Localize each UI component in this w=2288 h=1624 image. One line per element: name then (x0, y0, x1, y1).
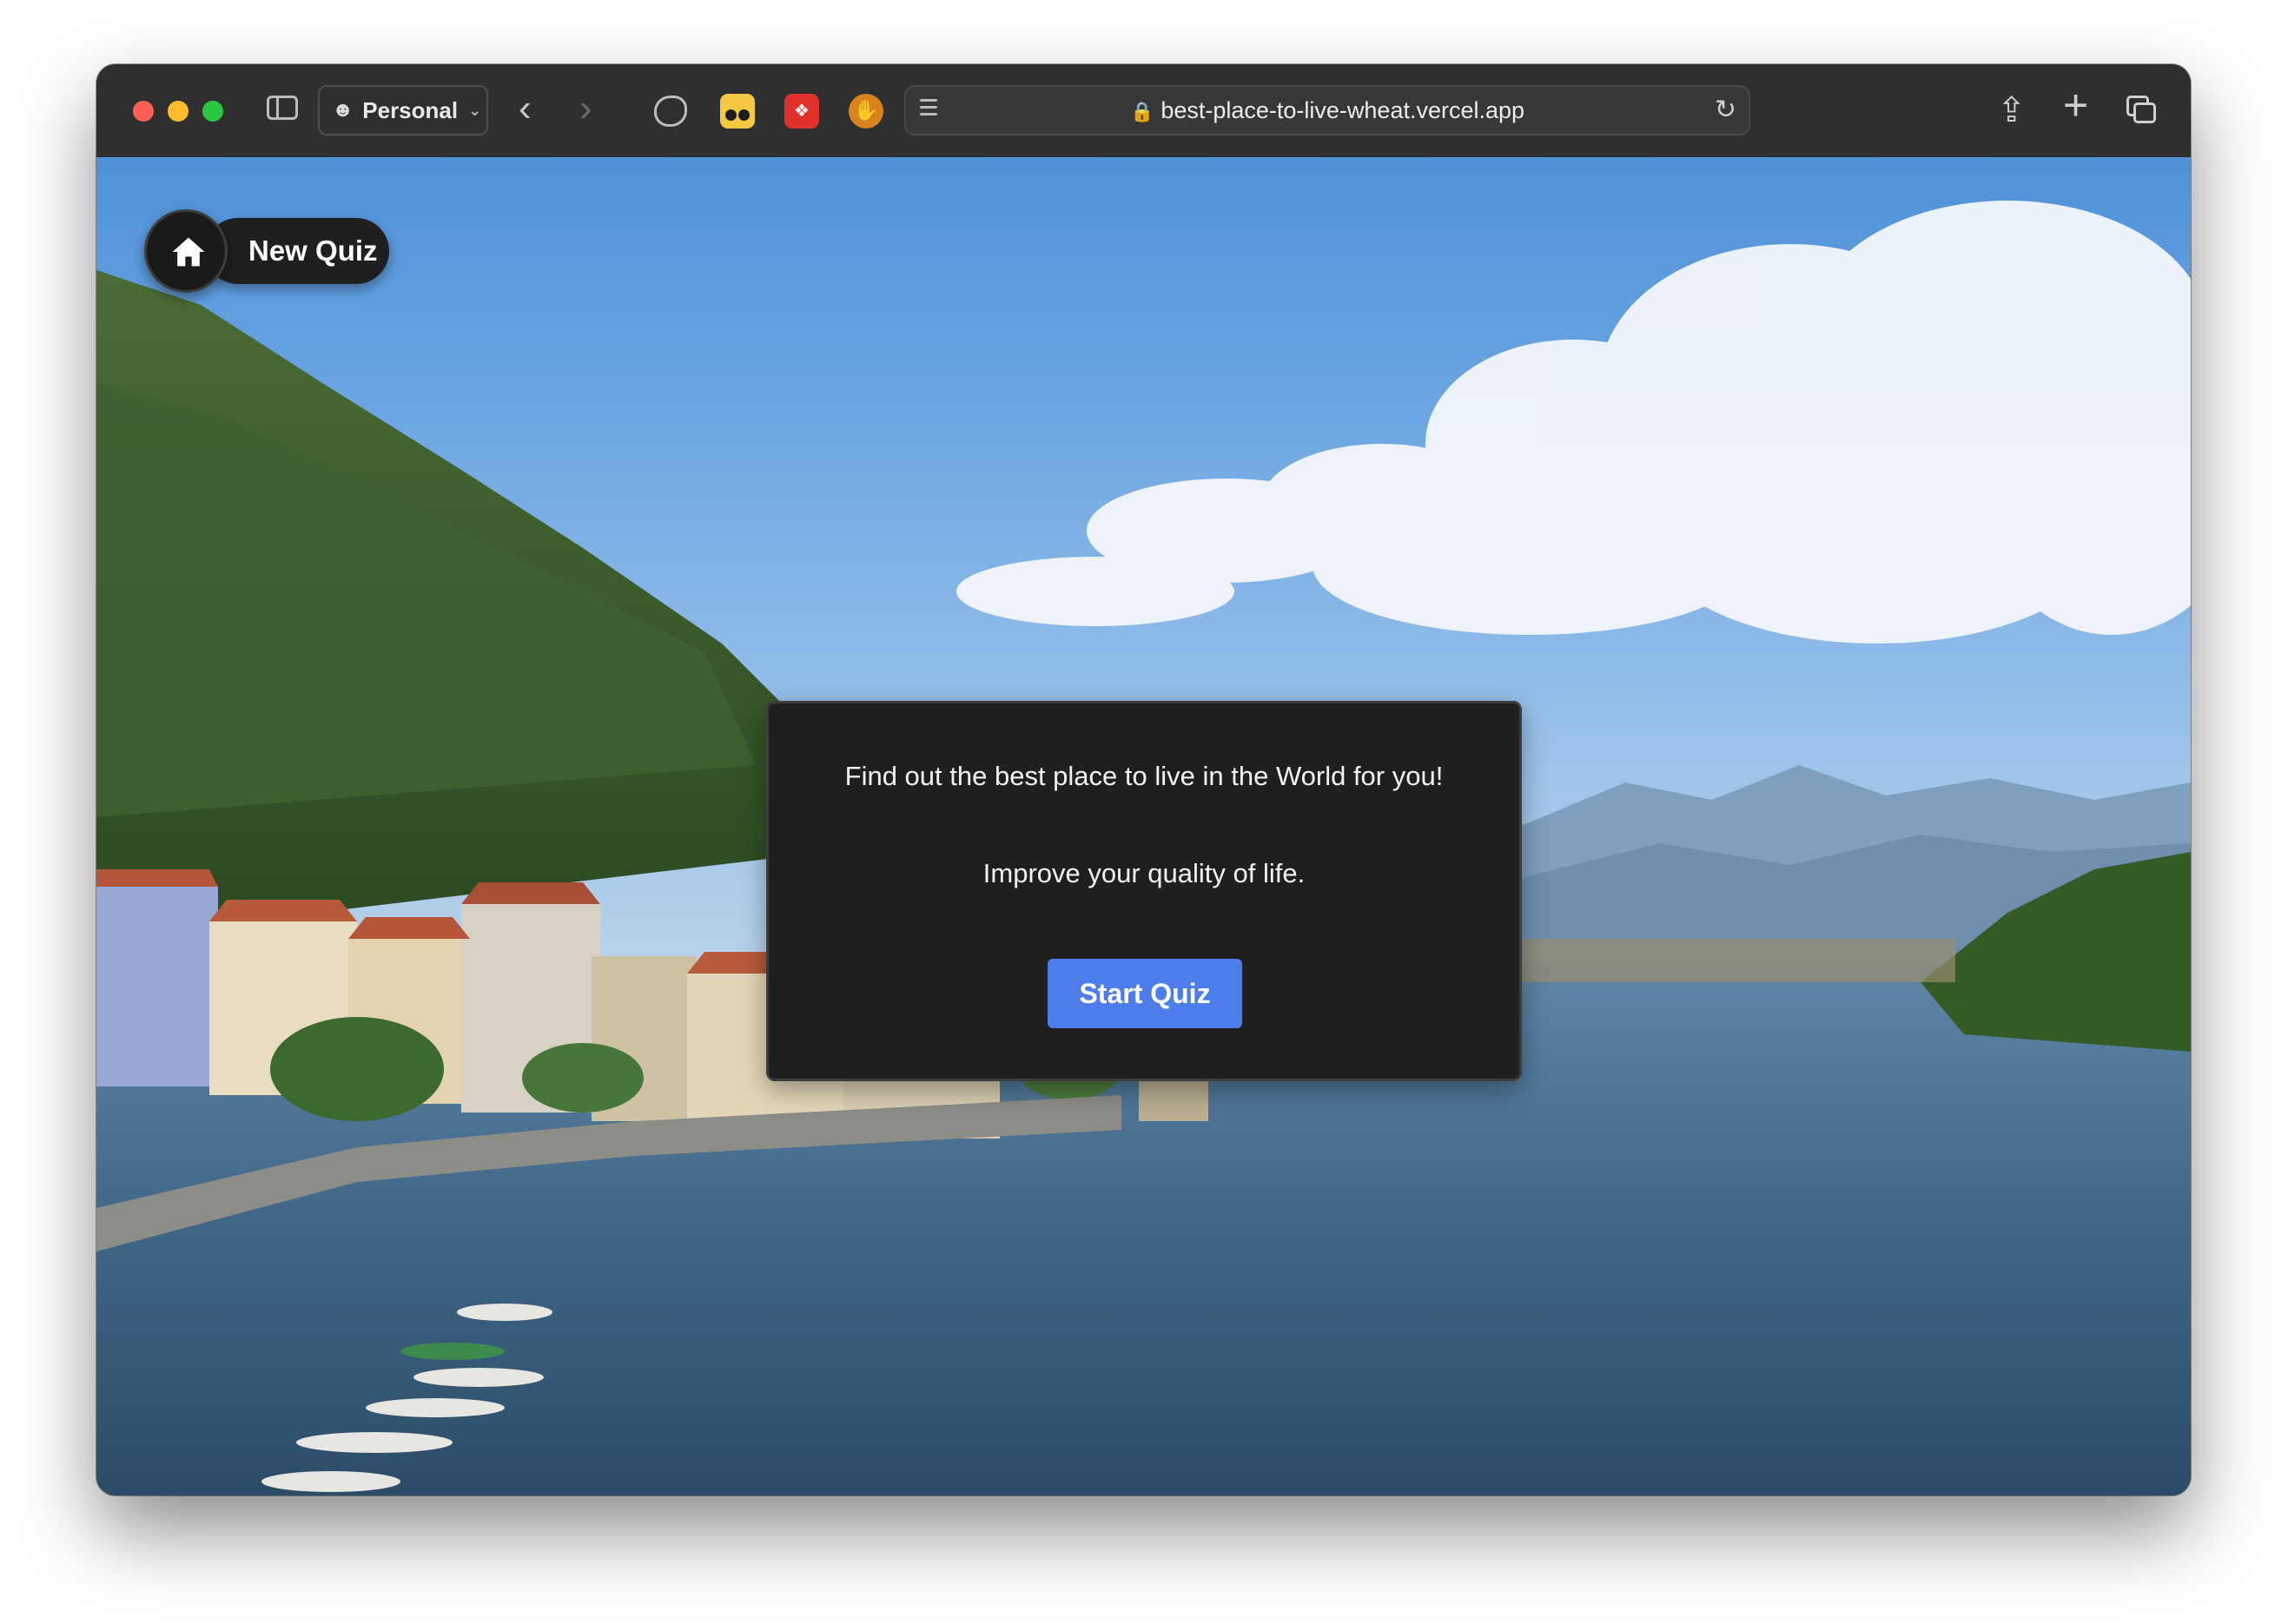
forward-arrow-icon[interactable]: › (579, 87, 592, 130)
profile-label: Personal (362, 96, 459, 123)
tab-overview-icon[interactable] (2126, 96, 2156, 123)
lock-icon: 🔒 (1129, 101, 1154, 122)
mendeley-extension-icon[interactable]: ❖ (784, 94, 819, 129)
chevron-down-icon: ⌄ (468, 101, 482, 119)
quiz-intro-card: Find out the best place to live in the W… (766, 701, 1522, 1081)
browser-window: ☻ Personal ⌄ ‹ › ❖ ✋ 🔒 best-place-to-live… (96, 64, 2191, 1495)
page-content: New Quiz Find out the best place to live… (96, 157, 2191, 1495)
sidebar-toggle-icon[interactable] (267, 96, 298, 120)
profile-button[interactable]: ☻ Personal ⌄ (318, 85, 488, 135)
start-quiz-button[interactable]: Start Quiz (1048, 959, 1242, 1028)
browser-toolbar: ☻ Personal ⌄ ‹ › ❖ ✋ 🔒 best-place-to-live… (96, 64, 2191, 159)
close-window-button[interactable] (133, 101, 154, 122)
card-headline: Find out the best place to live in the W… (844, 761, 1444, 791)
back-arrow-icon[interactable]: ‹ (519, 87, 532, 130)
eyes-extension-icon[interactable] (720, 94, 755, 129)
person-icon: ☻ (332, 98, 354, 122)
minimize-window-button[interactable] (168, 101, 188, 122)
home-icon-circle[interactable] (144, 209, 228, 293)
zoom-window-button[interactable] (202, 101, 223, 122)
card-subline: Improve your quality of life. (982, 858, 1306, 888)
home-icon (172, 237, 205, 267)
hand-stop-extension-icon[interactable]: ✋ (849, 94, 883, 129)
share-icon[interactable]: ⇪ (1997, 89, 2027, 132)
clipper-icon[interactable] (654, 96, 687, 127)
new-tab-plus-icon[interactable]: + (2063, 83, 2088, 127)
url-text: best-place-to-live-wheat.vercel.app (1161, 97, 1525, 123)
new-quiz-home-button[interactable]: New Quiz (144, 209, 393, 293)
new-quiz-label: New Quiz (248, 234, 378, 267)
reload-icon[interactable]: ↻ (1715, 87, 1736, 134)
address-bar[interactable]: 🔒 best-place-to-live-wheat.vercel.app ↻ (904, 85, 1750, 135)
